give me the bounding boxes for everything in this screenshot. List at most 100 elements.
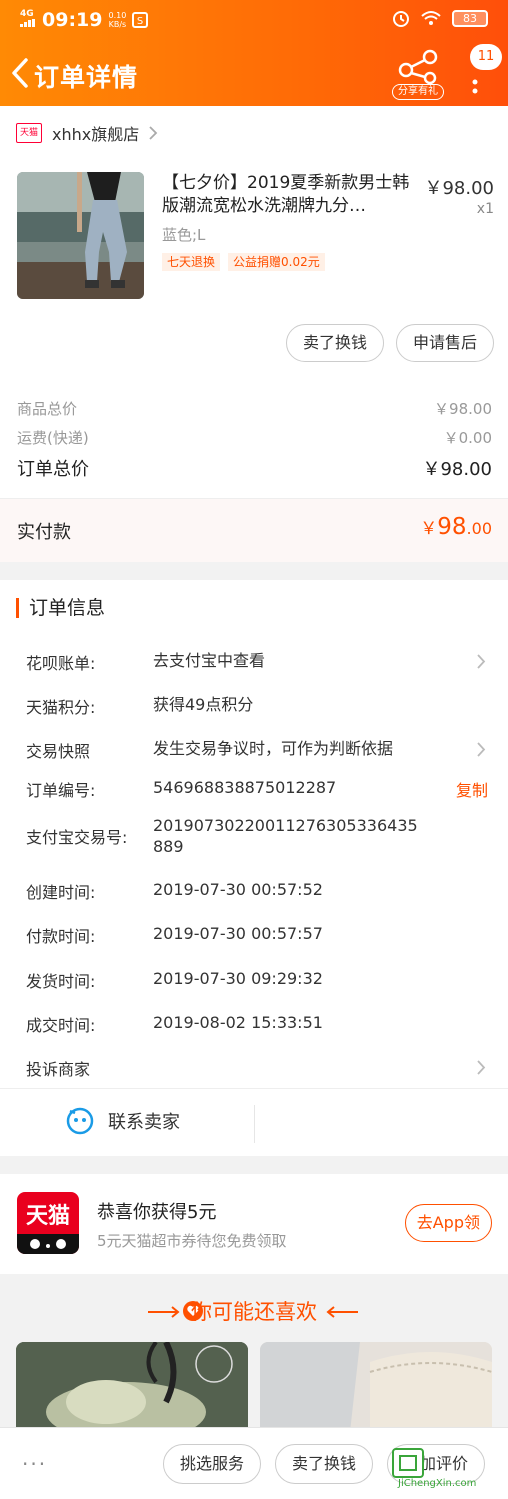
recommend-grid [16, 1342, 492, 1432]
recommend-item-image [16, 1342, 248, 1432]
coupon-banner: 天猫 恭喜你获得5元 5元天猫超市券待您免费领取 去App领 [0, 1174, 508, 1274]
order-actions: 卖了换钱 申请售后 [285, 324, 494, 362]
paid-decimal: .00 [466, 519, 492, 538]
more-actions-button[interactable]: ··· [22, 1452, 47, 1476]
coupon-title: 恭喜你获得5元 [97, 1202, 217, 1223]
status-left: 4G 09:19 0.10 KB/s S [20, 9, 149, 31]
tag-return-policy: 七天退换 [162, 253, 221, 271]
select-service-button[interactable]: 挑选服务 [163, 1444, 262, 1484]
info-key: 创建时间: [26, 883, 96, 902]
info-key: 付款时间: [26, 927, 96, 946]
paid-label: 实付款 [17, 522, 71, 543]
recommend-item[interactable] [260, 1342, 492, 1432]
arrow-right-deco-icon [326, 1306, 358, 1318]
page-title: 订单详情 [34, 63, 139, 92]
go-to-app-button[interactable]: 去App领 [404, 1204, 492, 1242]
sell-button[interactable]: 卖了换钱 [275, 1444, 374, 1484]
nav-bar: 订单详情 分享有礼 11 [0, 44, 508, 104]
network-type: 4G [20, 9, 34, 19]
tmall-cat-face-icon [30, 1239, 66, 1249]
svg-text:S: S [137, 16, 143, 27]
info-key: 交易快照 [26, 742, 91, 761]
info-key: 订单编号: [26, 781, 96, 800]
chevron-right-icon [477, 654, 486, 669]
shipping-value: ￥0.00 [443, 429, 492, 447]
goods-total-value: ￥98.00 [434, 400, 492, 418]
paid-integer: 98 [437, 514, 467, 540]
paid-amount: ￥98.00 [420, 514, 492, 540]
battery-indicator: 83 [452, 9, 488, 27]
product-price: ￥98.00 [424, 178, 494, 199]
watermark: JiChengXin.com [392, 1448, 508, 1494]
shop-name[interactable]: xhhx旗舰店 [52, 121, 139, 145]
chat-bubble-icon [66, 1107, 94, 1135]
copy-button[interactable]: 复制 [456, 777, 488, 801]
shop-row[interactable]: 天猫 xhhx旗舰店 [16, 120, 158, 146]
chevron-right-icon [477, 1060, 486, 1075]
info-value: 20190730220011276305336435889 [153, 816, 418, 856]
info-value: 去支付宝中查看 [153, 651, 266, 670]
network-indicator: 4G [20, 10, 36, 30]
product-title[interactable]: 【七夕价】2019夏季新款男士韩版潮流宽松水洗潮牌九分… [162, 172, 412, 218]
product-tags: 七天退换 公益捐赠0.02元 [162, 253, 325, 271]
info-value: 获得49点积分 [153, 695, 254, 714]
back-arrow-icon[interactable] [8, 54, 34, 92]
watermark-text: JiChengXin.com [398, 1478, 477, 1489]
order-total-value: ￥98.00 [422, 459, 492, 480]
info-value: 发生交易争议时，可作为判断依据 [153, 739, 394, 758]
paid-currency: ￥ [420, 519, 438, 539]
contact-seller-button[interactable]: 联系卖家 [66, 1107, 180, 1135]
sell-button[interactable]: 卖了换钱 [285, 324, 384, 362]
info-value: 2019-07-30 00:57:57 [153, 924, 323, 943]
product-sku: 蓝色;L [162, 226, 206, 244]
contact-seller-label: 联系卖家 [108, 1112, 180, 1133]
alarm-icon [393, 11, 409, 27]
contact-bar: 联系卖家 [0, 1088, 508, 1156]
info-value: 2019-07-30 00:57:52 [153, 880, 323, 899]
recommend-item-image [260, 1342, 492, 1432]
after-sale-button[interactable]: 申请售后 [395, 324, 494, 362]
net-speed: 0.10 KB/s [108, 11, 126, 29]
net-speed-value: 0.10 [108, 11, 127, 20]
tmall-logo-face [17, 1234, 79, 1254]
header: 4G 09:19 0.10 KB/s S 83 订单详情 分享有礼 11 [0, 0, 508, 106]
order-card: 天猫 xhhx旗舰店 【七夕价】2019夏季新款男士韩版潮流宽松水洗潮牌九分… … [0, 106, 508, 562]
recommend-title: 你可能还喜欢 [191, 1300, 317, 1324]
recommend-header: 你可能还喜欢 [0, 1292, 508, 1332]
status-bar: 4G 09:19 0.10 KB/s S 83 [0, 0, 508, 40]
chevron-right-icon [477, 742, 486, 757]
info-key: 支付宝交易号: [26, 828, 128, 847]
order-detail-page: 4G 09:19 0.10 KB/s S 83 订单详情 分享有礼 11 天猫 … [0, 0, 508, 1499]
goods-total-row: 商品总价 ￥98.00 [17, 398, 492, 419]
info-key: 成交时间: [26, 1016, 96, 1035]
order-number-value: 546968838875012287 [153, 778, 337, 797]
wifi-icon [421, 11, 441, 25]
product-image[interactable] [17, 172, 144, 299]
goods-total-label: 商品总价 [17, 400, 78, 418]
product-qty: x1 [476, 201, 494, 217]
info-key: 投诉商家 [26, 1060, 91, 1079]
coupon-subtitle: 5元天猫超市券待您免费领取 [97, 1232, 287, 1250]
order-info-title: 订单信息 [16, 598, 105, 618]
tag-charity: 公益捐赠0.02元 [228, 253, 325, 271]
shipping-label: 运费(快递) [17, 429, 89, 447]
paid-row: 实付款 ￥98.00 [0, 498, 508, 562]
signal-icon [20, 19, 35, 27]
info-value: 2019-08-02 15:33:51 [153, 1013, 323, 1032]
share-icon [398, 49, 438, 85]
shipping-row: 运费(快递) ￥0.00 [17, 427, 492, 448]
share-button[interactable]: 分享有礼 [390, 48, 446, 100]
share-label: 分享有礼 [392, 84, 444, 100]
order-info-section: 订单信息 花呗账单: 去支付宝中查看 天猫积分: 获得49点积分 交易快照 发生… [0, 580, 508, 1088]
message-count-badge[interactable]: 11 [470, 44, 502, 70]
status-right: 83 [392, 9, 488, 27]
info-key: 花呗账单: [26, 654, 96, 673]
order-total-label: 订单总价 [17, 459, 89, 480]
recommend-item[interactable] [16, 1342, 248, 1432]
net-speed-unit: KB/s [108, 20, 127, 29]
product-photo [17, 172, 144, 299]
tmall-logo-icon: 天猫 [16, 123, 42, 143]
divider [254, 1105, 255, 1143]
order-total-row: 订单总价 ￥98.00 [17, 455, 492, 481]
screenshot-icon: S [132, 12, 149, 28]
